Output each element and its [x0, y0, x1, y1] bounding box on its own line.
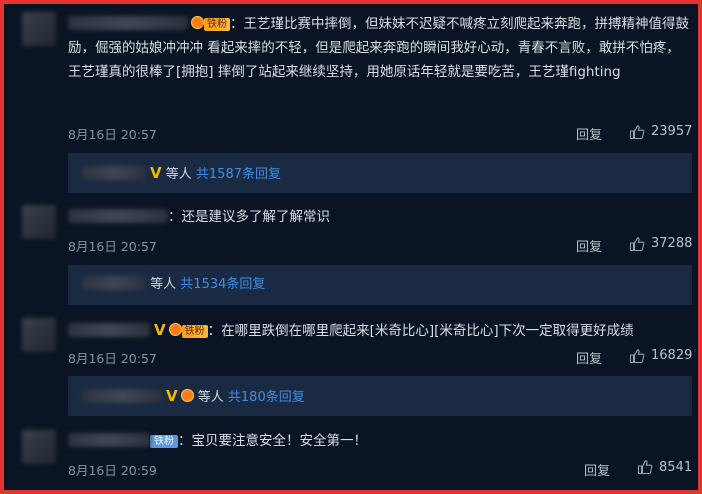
- reply-button[interactable]: 回复: [576, 348, 602, 367]
- thread-count-link[interactable]: 共1534条回复: [180, 277, 265, 292]
- crown-icon: [168, 323, 182, 336]
- fan-badge: 铁粉: [181, 325, 208, 338]
- reply-button[interactable]: 回复: [576, 236, 602, 255]
- comment-body: ：还是建议多了解了解常识: [68, 205, 690, 229]
- like-count: 16829: [651, 348, 693, 363]
- like-count: 23957: [651, 124, 693, 139]
- comment-body: 铁粉 ：王艺瑾比赛中摔倒，但妹妹不迟疑不喊疼立刻爬起来奔跑，拼搏精神值得鼓励，倔强…: [68, 12, 690, 84]
- thumbs-up-icon[interactable]: [629, 236, 645, 252]
- reply-usernames: [82, 389, 162, 403]
- crown-icon: [180, 389, 194, 402]
- avatar[interactable]: [22, 318, 56, 352]
- comment-time: 8月16日 20:57: [68, 239, 157, 254]
- thread-count-link[interactable]: 共1587条回复: [196, 167, 281, 182]
- avatar[interactable]: [22, 205, 56, 239]
- comment-time: 8月16日 20:57: [68, 351, 157, 366]
- comment-time: 8月16日 20:57: [68, 127, 157, 142]
- reply-usernames: [82, 276, 146, 290]
- like-count: 37288: [651, 236, 693, 251]
- thread-suffix: 等人: [165, 167, 192, 182]
- thread-suffix: 等人: [150, 277, 177, 292]
- verified-v-icon: V: [154, 321, 166, 339]
- username[interactable]: [68, 433, 150, 447]
- verified-v-icon: V: [166, 387, 178, 405]
- thumbs-up-icon[interactable]: [637, 459, 653, 475]
- reply-button[interactable]: 回复: [584, 460, 610, 479]
- fan-badge: 铁粉: [204, 18, 230, 31]
- reply-usernames: [82, 166, 146, 180]
- verified-v-icon: V: [150, 164, 162, 182]
- username[interactable]: [68, 209, 168, 223]
- thumbs-up-icon[interactable]: [629, 348, 645, 364]
- comment-body: V 铁粉 ：在哪里跌倒在哪里爬起来[米奇比心][米奇比心]下次一定取得更好成绩: [68, 318, 690, 343]
- like-count: 8541: [659, 460, 693, 475]
- comment-time: 8月16日 20:59: [68, 463, 157, 478]
- crown-icon: [191, 16, 204, 29]
- reply-thread-summary[interactable]: 等人 共1534条回复: [68, 265, 692, 305]
- thread-count-link[interactable]: 共180条回复: [228, 390, 305, 405]
- username[interactable]: [68, 16, 188, 30]
- fan-badge: 铁粉: [150, 435, 178, 448]
- avatar[interactable]: [22, 430, 56, 464]
- reply-thread-summary[interactable]: V 等人 共1587条回复: [68, 153, 692, 193]
- thread-suffix: 等人: [197, 390, 224, 405]
- username[interactable]: [68, 323, 150, 337]
- reply-thread-summary[interactable]: V 等人 共180条回复: [68, 376, 692, 416]
- comment-body: 铁粉 ：宝贝要注意安全！安全第一！: [68, 429, 690, 453]
- reply-button[interactable]: 回复: [576, 124, 602, 143]
- comment-text: ：还是建议多了解了解常识: [168, 209, 330, 225]
- thumbs-up-icon[interactable]: [629, 124, 645, 140]
- avatar[interactable]: [22, 12, 56, 46]
- comment-text: ：在哪里跌倒在哪里爬起来[米奇比心][米奇比心]下次一定取得更好成绩: [207, 323, 634, 339]
- comment-text: ：宝贝要注意安全！安全第一！: [178, 433, 367, 449]
